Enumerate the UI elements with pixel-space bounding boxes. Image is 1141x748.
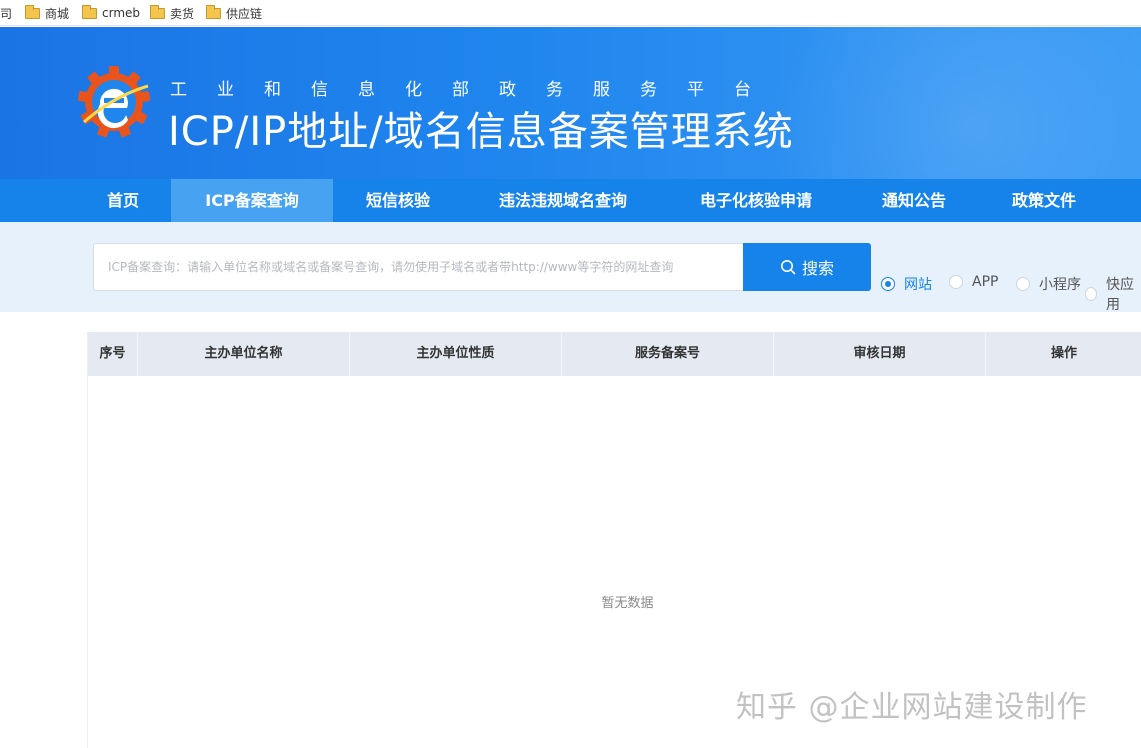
bookmark-folder-mall[interactable]: 商城 xyxy=(25,4,69,22)
column-header-organizer-type: 主办单位性质 xyxy=(350,332,562,376)
nav-electronic-verify[interactable]: 电子化核验申请 xyxy=(678,179,834,222)
nav-illegal-domain-query[interactable]: 违法违规域名查询 xyxy=(478,179,648,222)
radio-label: 快应用 xyxy=(1106,277,1134,313)
column-header-organizer-name: 主办单位名称 xyxy=(138,332,350,376)
watermark-text: 知乎 @企业网站建设制作 xyxy=(736,690,1088,725)
folder-icon xyxy=(25,4,40,19)
radio-dot xyxy=(1085,287,1097,301)
column-header-actions: 操作 xyxy=(1050,346,1077,361)
bookmark-folder-sell[interactable]: 卖货 xyxy=(150,4,194,22)
nav-policy-files[interactable]: 政策文件 xyxy=(994,179,1094,222)
radio-dot xyxy=(1016,277,1030,291)
radio-label: 网站 xyxy=(904,277,932,293)
radio-label: 小程序 xyxy=(1039,277,1081,293)
radio-quick-app[interactable]: 快应用 xyxy=(1085,274,1141,314)
folder-icon xyxy=(206,4,221,19)
folder-icon xyxy=(82,4,97,19)
bookmarks-bar: 司 商城 crmeb 卖货 供应链 xyxy=(0,0,1141,26)
bookmark-label: 卖货 xyxy=(170,6,195,21)
empty-state-text: 暂无数据 xyxy=(601,596,654,611)
search-button[interactable]: 搜索 xyxy=(743,243,871,291)
search-button-label: 搜索 xyxy=(801,259,834,278)
radio-dot xyxy=(949,275,963,289)
search-icon xyxy=(780,260,796,275)
nav-home[interactable]: 首页 xyxy=(86,179,160,222)
bookmark-folder-crmeb[interactable]: crmeb xyxy=(82,4,140,22)
radio-website[interactable]: 网站 xyxy=(881,274,932,294)
header-subtitle: 工业和信息化部政务服务平台 xyxy=(170,80,781,100)
search-section: 搜索 网站 APP 小程序 快应用 xyxy=(0,222,1141,314)
bookmark-folder-supply-chain[interactable]: 供应链 xyxy=(206,4,262,22)
column-header-license-number: 服务备案号 xyxy=(562,332,774,376)
table-header: 序号 主办单位名称 主办单位性质 服务备案号 审核日期 操作 xyxy=(88,332,1141,376)
column-header-review-date: 审核日期 xyxy=(774,332,986,376)
bookmark-truncated-label[interactable]: 司 xyxy=(0,5,12,22)
nav-sms-verify[interactable]: 短信核验 xyxy=(346,179,450,222)
column-header-index: 序号 xyxy=(88,332,138,376)
folder-icon xyxy=(150,4,165,19)
bookmark-label: 供应链 xyxy=(226,6,263,21)
nav-icp-query[interactable]: ICP备案查询 xyxy=(171,179,333,222)
miit-gear-logo-icon xyxy=(77,66,151,138)
page-title: ICP/IP地址/域名信息备案管理系统 xyxy=(168,109,794,155)
radio-dot xyxy=(881,277,895,291)
radio-label: APP xyxy=(972,274,999,290)
bookmark-label: crmeb xyxy=(102,6,141,20)
radio-mini-program[interactable]: 小程序 xyxy=(1016,274,1081,294)
bookmark-label: 商城 xyxy=(45,6,70,21)
main-nav: 首页 ICP备案查询 短信核验 违法违规域名查询 电子化核验申请 通知公告 政策… xyxy=(0,179,1141,222)
header-banner: 工业和信息化部政务服务平台 ICP/IP地址/域名信息备案管理系统 xyxy=(0,27,1141,179)
nav-notices[interactable]: 通知公告 xyxy=(864,179,964,222)
search-input[interactable] xyxy=(93,243,743,291)
radio-app[interactable]: APP xyxy=(949,274,998,290)
